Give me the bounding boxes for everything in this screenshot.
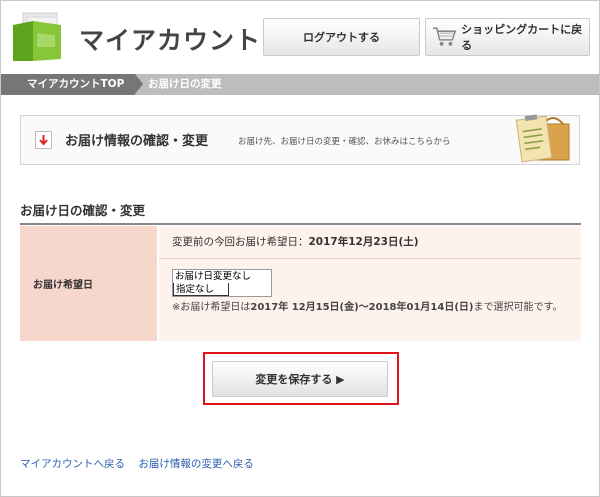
selectable-range-note: ※お届け希望日は2017年 12月15日(金)〜2018年01月14日(日)まで…: [172, 300, 577, 316]
save-changes-label: 変更を保存する ▶: [255, 373, 345, 386]
option-unspecified[interactable]: 指定なし: [173, 283, 229, 296]
previous-date-prefix: 変更前の今回お届け希望日：: [172, 236, 309, 248]
shopping-cart-icon: [432, 27, 457, 46]
back-to-delivery-info-link[interactable]: お届け情報の変更へ戻る: [138, 458, 254, 470]
folder-logo-icon: [13, 12, 61, 61]
down-arrow-icon: [35, 131, 52, 149]
delivery-info-banner[interactable]: お届け情報の確認・変更 お届け先、お届け日の変更・確認、お休みはこちらから: [20, 114, 580, 165]
logout-button[interactable]: ログアウトする: [263, 18, 420, 56]
note-suffix: まで選択可能です。: [473, 302, 563, 313]
option-no-change[interactable]: お届け日変更なし: [173, 270, 271, 283]
breadcrumb: マイアカウントTOP お届け日の変更: [1, 74, 599, 95]
delivery-date-label: お届け希望日: [20, 226, 157, 341]
back-to-cart-label: ショッピングカートに戻る: [461, 23, 583, 52]
delivery-date-select[interactable]: お届け日変更なし 指定なし: [172, 269, 272, 297]
section-title: お届け日の確認・変更: [20, 203, 146, 218]
logout-label: ログアウトする: [303, 31, 380, 44]
back-to-cart-button[interactable]: ショッピングカートに戻る: [425, 18, 590, 56]
breadcrumb-separator-icon: [135, 74, 143, 94]
note-prefix: ※お届け希望日は: [172, 302, 251, 313]
previous-delivery-date: 変更前の今回お届け希望日：2017年12月23日(土): [159, 226, 581, 259]
footer-links: マイアカウントへ戻る お届け情報の変更へ戻る: [20, 456, 264, 471]
section-divider: [20, 223, 581, 225]
banner-description: お届け先、お届け日の変更・確認、お休みはこちらから: [238, 137, 451, 147]
logo-text: マイアカウント: [79, 26, 262, 55]
delivery-date-form: お届け希望日 変更前の今回お届け希望日：2017年12月23日(土) お届け日変…: [20, 226, 581, 341]
breadcrumb-item-mypage-top[interactable]: マイアカウントTOP: [1, 74, 135, 95]
header: マイアカウント ログアウトする ショッピングカートに戻る: [1, 1, 599, 73]
save-changes-button[interactable]: 変更を保存する ▶: [212, 361, 388, 397]
breadcrumb-item-current: お届け日の変更: [148, 78, 222, 90]
delivery-date-value-cell: 変更前の今回お届け希望日：2017年12月23日(土) お届け日変更なし 指定な…: [159, 226, 581, 341]
previous-date-value: 2017年12月23日(土): [308, 236, 419, 248]
clipboard-bag-illustration-icon: [515, 114, 570, 163]
back-to-mypage-link[interactable]: マイアカウントへ戻る: [20, 458, 125, 470]
banner-title: お届け情報の確認・変更: [65, 134, 209, 149]
note-range: 2017年 12月15日(金)〜2018年01月14日(日): [250, 302, 474, 313]
